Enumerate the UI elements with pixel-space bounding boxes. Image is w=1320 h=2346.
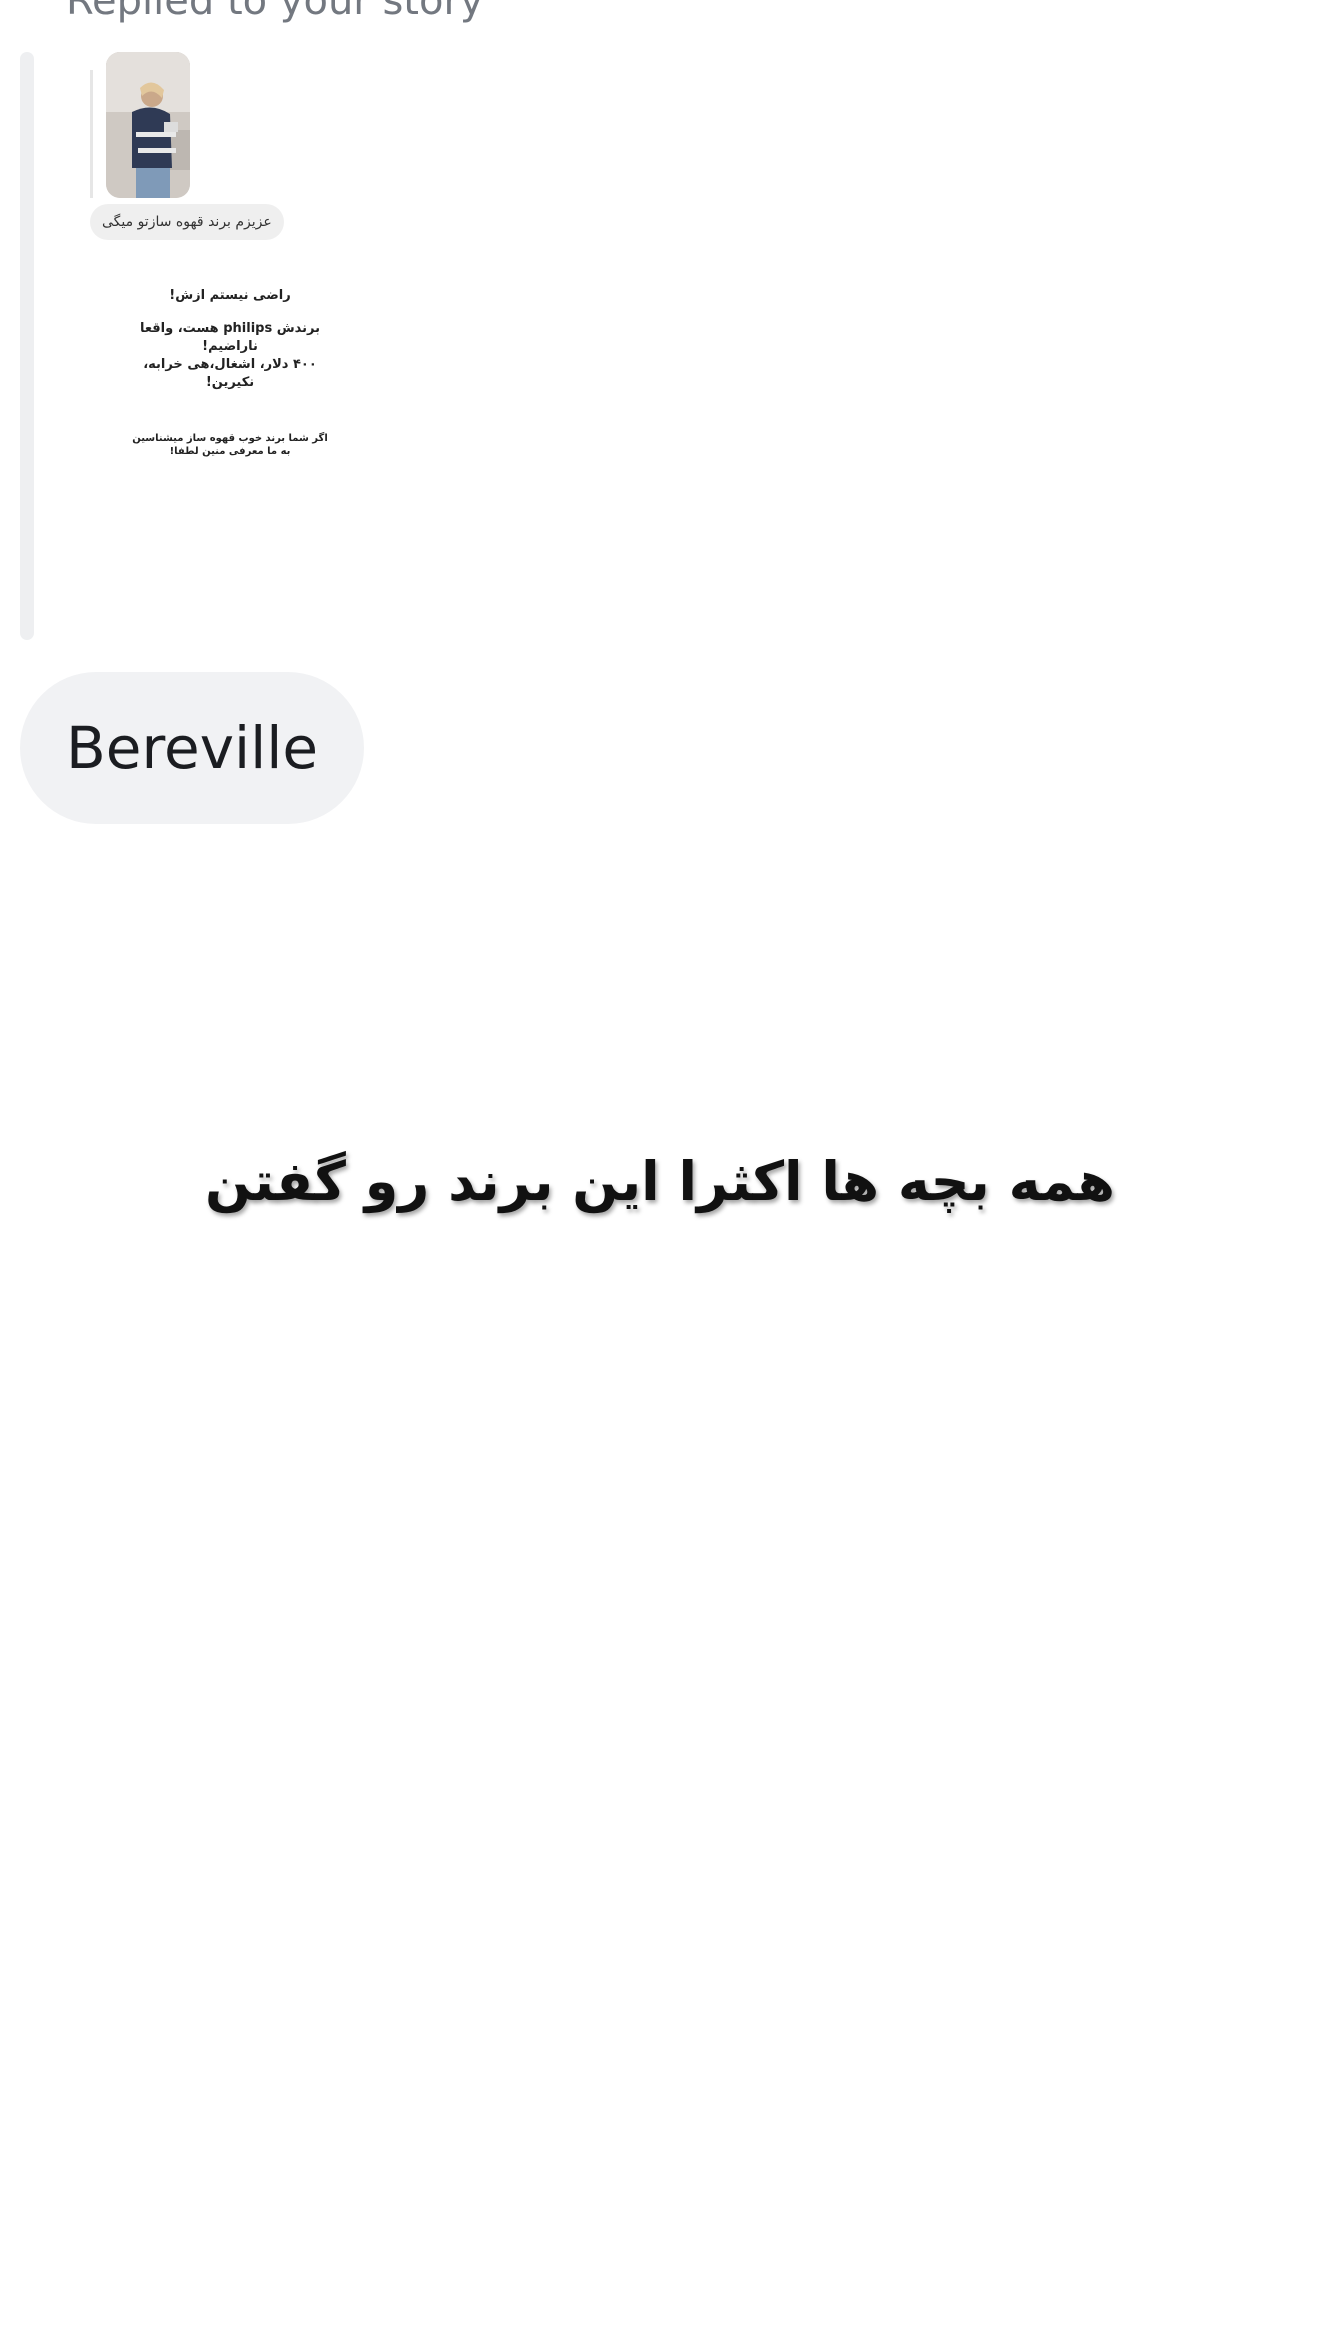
story-text-line: به ما معرفی منین لطفا! [169,446,291,457]
story-text-line: راضی نیستم ازش! [169,288,291,303]
story-chip: عزیزم برند قهوه سازتو میگی [90,204,284,240]
message-text: Bereville [66,714,319,782]
story-thumbnail[interactable] [106,52,190,198]
story-text-block: برندش philips هست، واقعا ناراضیم! ۴۰۰ دل… [120,320,340,392]
story-text-line: ۴۰۰ دلار، اشغال،هی خرابه، نکیرین! [143,357,317,390]
story-text-line: اگر شما برند خوب قهوه ساز میشناسین [132,433,328,444]
overlay-caption: همه بچه ها اکثرا این برند رو گفتن [205,1150,1115,1213]
story-quote-bar [20,52,34,640]
replied-story-card[interactable]: عزیزم برند قهوه سازتو میگی راضی نیستم از… [90,52,370,472]
reply-label: Replied to your story [66,0,484,24]
thumbnail-edge [90,70,93,198]
message-bubble[interactable]: Bereville [20,672,365,824]
story-text-line: برندش philips هست، واقعا ناراضیم! [139,321,321,354]
story-text-block: اگر شما برند خوب قهوه ساز میشناسین به ما… [120,432,340,458]
